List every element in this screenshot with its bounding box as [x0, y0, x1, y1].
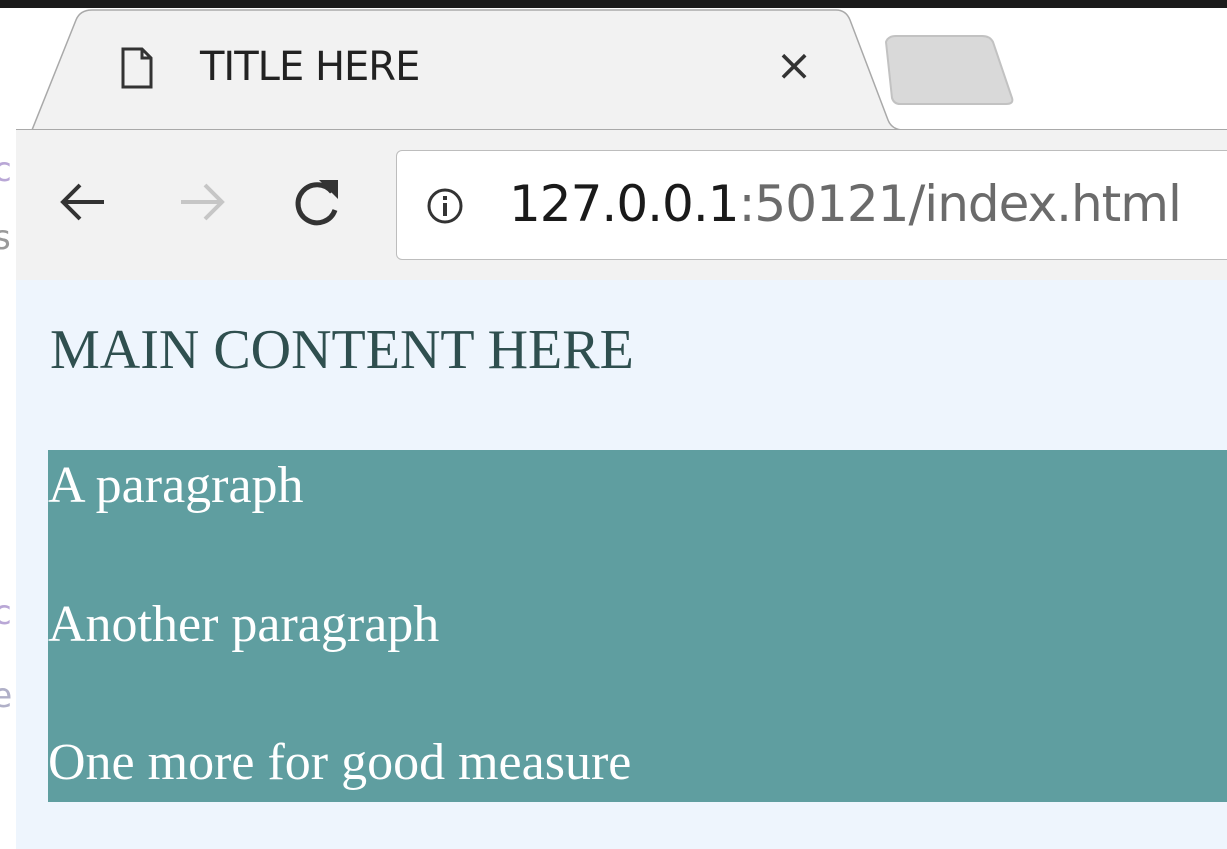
edge-glyph: s	[0, 218, 13, 258]
url-path: :50121/index.html	[738, 175, 1182, 233]
new-tab-button[interactable]	[872, 32, 1022, 112]
back-arrow-icon[interactable]	[54, 172, 114, 232]
screen-top-edge	[0, 0, 1227, 8]
tab-close-button[interactable]: ×	[774, 44, 814, 88]
url-host: 127.0.0.1	[509, 175, 740, 233]
forward-arrow-icon[interactable]	[171, 172, 231, 232]
browser-window: TITLE HERE × 127.0.0.1:50121/index.html …	[16, 8, 1227, 849]
edge-glyph: e	[0, 676, 13, 716]
edge-glyph: c	[0, 593, 13, 633]
paragraph-block: A paragraph Another paragraph One more f…	[48, 450, 1227, 802]
document-icon	[121, 47, 153, 89]
active-tab[interactable]	[16, 8, 1227, 130]
background-editor-edge: c s c e	[0, 8, 16, 849]
browser-toolbar: 127.0.0.1:50121/index.html	[16, 129, 1227, 281]
tab-title: TITLE HERE	[200, 44, 420, 90]
paragraph: One more for good measure	[48, 734, 632, 791]
info-icon[interactable]	[425, 186, 465, 226]
main-heading: MAIN CONTENT HERE	[50, 319, 634, 381]
reload-icon[interactable]	[286, 172, 346, 232]
edge-glyph: c	[0, 150, 13, 190]
page-viewport: MAIN CONTENT HERE A paragraph Another pa…	[16, 280, 1227, 849]
paragraph: A paragraph	[48, 457, 304, 514]
paragraph: Another paragraph	[48, 596, 440, 653]
tab-strip: TITLE HERE ×	[16, 8, 1227, 130]
url-text[interactable]: 127.0.0.1:50121/index.html	[509, 175, 1182, 233]
address-bar[interactable]: 127.0.0.1:50121/index.html	[396, 150, 1227, 260]
